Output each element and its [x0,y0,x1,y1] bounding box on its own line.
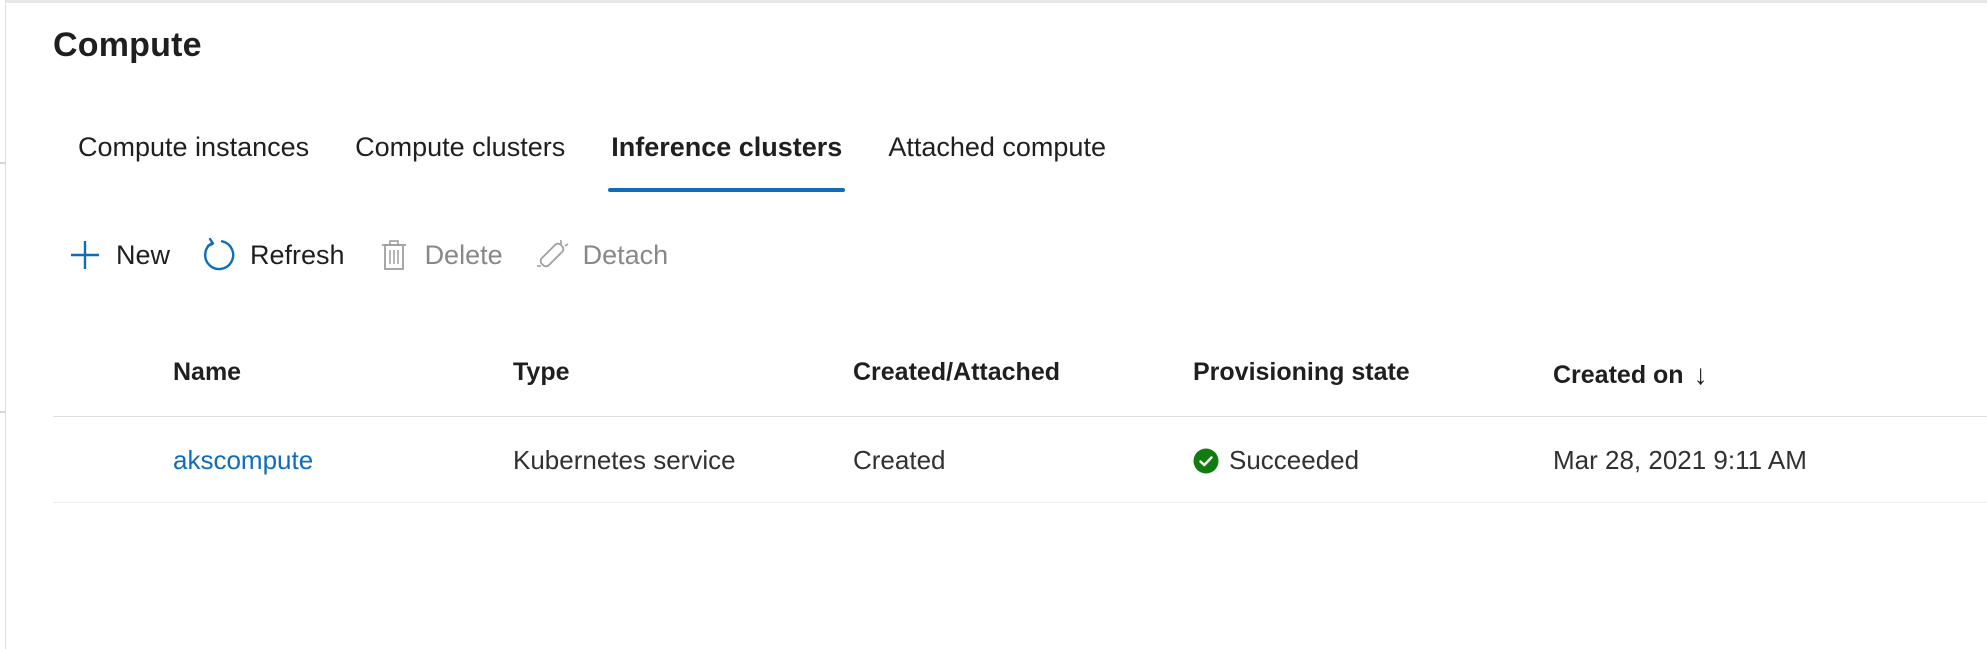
top-border [0,0,1987,3]
compute-page: Compute Compute instances Compute cluste… [0,0,1987,649]
tab-bar: Compute instances Compute clusters Infer… [55,120,1129,192]
compute-name-link[interactable]: akscompute [173,445,313,476]
column-header-created-attached[interactable]: Created/Attached [853,358,1060,387]
column-header-type[interactable]: Type [513,358,570,387]
check-circle-icon [1193,448,1219,474]
refresh-button-label: Refresh [250,239,345,270]
new-button-label: New [116,239,171,270]
command-bar: New Refresh Delete Detach [66,233,698,277]
refresh-button[interactable]: Refresh [200,236,345,274]
trash-icon [375,236,413,274]
tab-inference-clusters[interactable]: Inference clusters [588,120,865,192]
tab-compute-instances[interactable]: Compute instances [55,120,332,192]
created-attached-value: Created [853,445,946,475]
provisioning-state: Succeeded [1193,445,1359,476]
delete-button[interactable]: Delete [375,236,503,274]
detach-button[interactable]: Detach [533,236,669,274]
column-header-name[interactable]: Name [173,358,241,387]
tab-compute-clusters[interactable]: Compute clusters [332,120,588,192]
column-header-created-on[interactable]: Created on ↓ [1553,358,1708,390]
left-panel-edge [0,0,6,649]
unlink-icon [533,236,571,274]
column-header-provisioning-state[interactable]: Provisioning state [1193,358,1410,387]
created-on-value: Mar 28, 2021 9:11 AM [1553,445,1807,475]
detach-button-label: Detach [582,239,669,270]
sort-descending-icon: ↓ [1693,359,1708,390]
table-header: Name Type Created/Attached Provisioning … [53,340,1987,417]
table-row[interactable]: akscompute Kubernetes service Created Su… [53,417,1987,503]
plus-icon [66,236,104,274]
inference-clusters-table: Name Type Created/Attached Provisioning … [53,340,1987,503]
column-header-created-on-label: Created on [1553,361,1684,389]
page-title: Compute [53,26,202,64]
compute-type: Kubernetes service [513,445,736,475]
refresh-icon [200,236,238,274]
tab-attached-compute[interactable]: Attached compute [865,120,1129,192]
new-button[interactable]: New [66,236,170,274]
delete-button-label: Delete [424,239,503,270]
left-edge-divider [0,162,6,164]
left-edge-divider [0,411,6,413]
provisioning-state-label: Succeeded [1229,445,1360,475]
